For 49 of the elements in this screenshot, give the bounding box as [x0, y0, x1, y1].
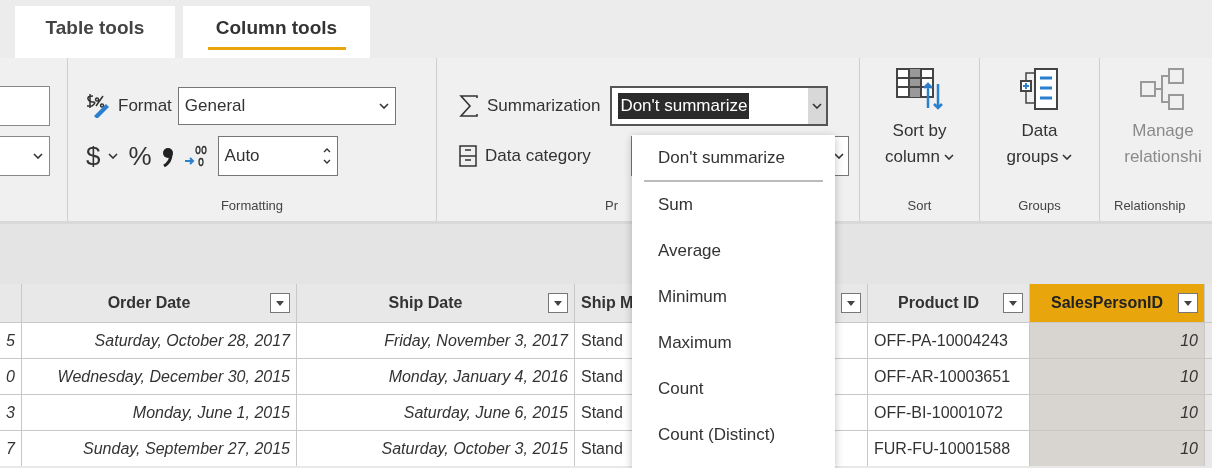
table-cell: 10	[1030, 359, 1205, 394]
menu-item[interactable]: Don't summarize	[632, 135, 835, 180]
table-cell: Monday, January 4, 2016	[297, 359, 575, 394]
table-cell: Monday, June 1, 2015	[22, 395, 297, 430]
table-cell: Stand	[575, 431, 633, 466]
table-cell: 10	[1030, 431, 1205, 466]
menu-item[interactable]: Average	[632, 228, 835, 274]
summarization-dropdown[interactable]: Don't summarize	[610, 86, 829, 126]
table-cell: Friday, November 3, 2017	[297, 323, 575, 358]
menu-item[interactable]: Sum	[632, 182, 835, 228]
table-cell: FUR-FU-10001588	[868, 431, 1030, 466]
menu-item[interactable]: Minimum	[632, 274, 835, 320]
percent-button[interactable]: %	[128, 143, 152, 169]
selected-column-header[interactable]: SalesPersonID	[1030, 284, 1205, 322]
menu-item[interactable]: Count (Distinct)	[632, 412, 835, 458]
group-label: Relationship	[1114, 196, 1186, 215]
sort-by-column-button[interactable]: Sort by column	[885, 58, 954, 170]
ribbon-tab[interactable]: Column tools	[183, 6, 370, 58]
table-cell: 5	[0, 323, 22, 358]
table-cell: Wednesday, December 30, 2015	[22, 359, 297, 394]
group-label: Formatting	[220, 196, 284, 215]
table-cell: 0	[0, 359, 22, 394]
field-label: Format	[118, 95, 172, 118]
table-cell: 7	[0, 431, 22, 466]
table-cell: Saturday, October 3, 2015	[297, 431, 575, 466]
menu-item[interactable]: Maximum	[632, 320, 835, 366]
menu-item[interactable]: Count	[632, 366, 835, 412]
table-cell: Stand	[575, 359, 633, 394]
table-cell: OFF-AR-10003651	[868, 359, 1030, 394]
format-dropdown[interactable]: General	[177, 87, 396, 125]
table-cell: 10	[1030, 395, 1205, 430]
table-cell: Stand	[575, 395, 633, 430]
group-label: Groups	[1018, 196, 1061, 215]
table-cell: 10	[1030, 323, 1205, 358]
field-label: Summarization	[487, 95, 601, 118]
table-cell: OFF-BI-10001072	[868, 395, 1030, 430]
table-cell: OFF-PA-10004243	[868, 323, 1030, 358]
ribbon-tab[interactable]: Table tools	[15, 6, 175, 58]
group-label: Sort	[907, 196, 932, 215]
table-cell: Sunday, September 27, 2015	[22, 431, 297, 466]
group-label: Pr	[605, 196, 618, 215]
currency-button[interactable]: $	[86, 143, 119, 169]
table-cell: Saturday, June 6, 2015	[297, 395, 575, 430]
field-label: Data category	[485, 145, 591, 168]
table-cell: Saturday, October 28, 2017	[22, 323, 297, 358]
table-cell: 3	[0, 395, 22, 430]
decimal-places-field[interactable]: Auto	[217, 136, 338, 176]
table-cell: Stand	[575, 323, 633, 358]
data-groups-button[interactable]: Data groups	[1006, 58, 1073, 170]
